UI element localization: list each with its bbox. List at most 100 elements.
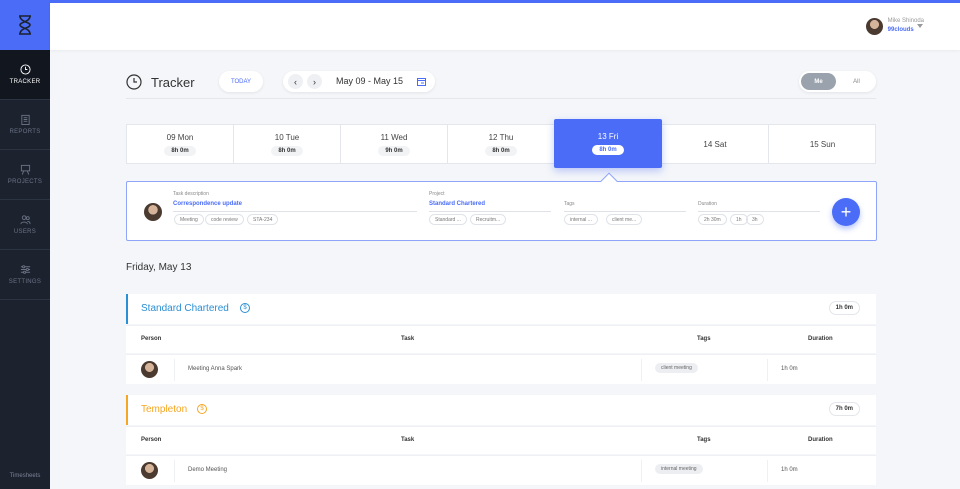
day-total: 8h 0m: [271, 145, 303, 156]
column-header: Person: [141, 336, 162, 342]
column-header: Tags: [697, 336, 711, 342]
day-total: 9h 0m: [378, 145, 410, 156]
toggle-me[interactable]: Me: [801, 73, 836, 90]
project-color-bar: [126, 395, 128, 425]
prev-week-button[interactable]: ‹: [288, 74, 303, 89]
duration-chip[interactable]: 3h: [746, 214, 764, 225]
week-days: 09 Mon 8h 0m 10 Tue 8h 0m 11 Wed 9h 0m 1…: [126, 124, 876, 164]
plus-icon: +: [840, 202, 852, 222]
project-color-bar: [126, 294, 128, 324]
duration-chip[interactable]: 1h: [730, 214, 748, 225]
table-header: Person Task Tags Duration: [126, 325, 876, 353]
top-bar: Mike Shinoda 99clouds: [50, 0, 960, 50]
divider: [641, 359, 642, 381]
billable-icon: $: [197, 404, 207, 414]
day-thu[interactable]: 12 Thu 8h 0m: [448, 125, 555, 163]
tag-badge: internal meeting: [655, 464, 703, 474]
time-entry-form: Task description Correspondence update M…: [126, 181, 877, 241]
date-navigator: ‹ › May 09 - May 15: [283, 71, 435, 92]
divider: [174, 460, 175, 482]
clipboard-icon: [20, 114, 30, 125]
day-wed[interactable]: 11 Wed 9h 0m: [341, 125, 448, 163]
day-total: 8h 0m: [592, 145, 624, 155]
sidebar-item-label: PROJECTS: [7, 179, 43, 185]
task-chip[interactable]: STA-234: [247, 214, 279, 225]
project-name: Templeton: [141, 404, 188, 415]
easel-icon: [20, 164, 30, 175]
sidebar-item-reports[interactable]: REPORTS: [0, 100, 50, 150]
sidebar-item-label: REPORTS: [9, 129, 41, 135]
users-icon: [19, 215, 31, 225]
chevron-down-icon[interactable]: [917, 24, 923, 28]
toggle-all[interactable]: All: [839, 73, 874, 90]
sidebar-item-users[interactable]: USERS: [0, 200, 50, 250]
project-chip[interactable]: Standard ...: [429, 214, 467, 225]
table-row[interactable]: Demo Meeting internal meeting 1h 0m: [126, 455, 876, 485]
table-row[interactable]: Meeting Anna Spark client meeting 1h 0m: [126, 354, 876, 384]
day-name: 09 Mon: [166, 132, 194, 142]
day-name: 11 Wed: [380, 132, 408, 142]
divider: [173, 211, 417, 212]
tag-badge: client meeting: [655, 363, 698, 373]
billable-icon: $: [240, 303, 250, 313]
sidebar-footer: Timesheets: [9, 473, 41, 479]
project-total: 1h 0m: [828, 301, 860, 315]
divider: [126, 98, 876, 99]
tag-chip[interactable]: client me...: [606, 214, 643, 225]
add-entry-button[interactable]: +: [832, 198, 860, 226]
sidebar-item-tracker[interactable]: TRACKER: [0, 50, 50, 100]
day-heading: Friday, May 13: [126, 262, 192, 273]
divider: [767, 359, 768, 381]
user-menu[interactable]: Mike Shinoda 99clouds: [865, 17, 924, 35]
project-chip[interactable]: Recruitm...: [470, 214, 507, 225]
project-select[interactable]: Standard Chartered: [429, 201, 485, 207]
divider: [564, 211, 686, 212]
page-title: Tracker: [151, 75, 195, 90]
sliders-icon: [20, 265, 30, 274]
column-header: Duration: [808, 336, 833, 342]
sidebar-item-label: TRACKER: [9, 79, 41, 85]
task-input[interactable]: Correspondence update: [173, 201, 242, 207]
tags-label: Tags: [564, 201, 575, 207]
avatar: [141, 361, 158, 378]
calendar-icon[interactable]: [417, 77, 426, 86]
hourglass-icon: [19, 15, 31, 35]
divider: [429, 211, 551, 212]
avatar: [865, 17, 883, 35]
sidebar-item-settings[interactable]: SETTINGS: [0, 250, 50, 300]
column-header: Task: [401, 336, 415, 342]
avatar: [141, 462, 158, 479]
day-sun[interactable]: 15 Sun: [769, 125, 876, 163]
day-tue[interactable]: 10 Tue 8h 0m: [234, 125, 341, 163]
duration-text: 1h 0m: [781, 467, 798, 473]
day-total: 8h 0m: [164, 145, 196, 156]
date-range: May 09 - May 15: [336, 76, 404, 86]
day-total: 8h 0m: [485, 145, 517, 156]
day-mon[interactable]: 09 Mon 8h 0m: [127, 125, 234, 163]
day-fri[interactable]: 13 Fri 8h 0m: [554, 119, 662, 168]
task-chip[interactable]: code review: [205, 214, 244, 225]
clock-icon: [19, 64, 31, 75]
project-name: Standard Chartered: [141, 303, 229, 314]
column-header: Person: [141, 437, 162, 443]
day-name: 15 Sun: [809, 139, 836, 149]
task-text: Demo Meeting: [188, 467, 228, 473]
tag-chip[interactable]: internal ...: [564, 214, 598, 225]
project-header[interactable]: Standard Chartered $ 1h 0m: [126, 294, 876, 324]
sidebar-item-projects[interactable]: PROJECTS: [0, 150, 50, 200]
today-button[interactable]: TODAY: [219, 71, 263, 92]
project-total: 7h 0m: [828, 402, 860, 416]
day-sat[interactable]: 14 Sat: [662, 125, 769, 163]
divider: [174, 359, 175, 381]
duration-text: 1h 0m: [781, 366, 798, 372]
divider: [698, 211, 820, 212]
duration-chip[interactable]: 2h 30m: [698, 214, 727, 225]
clock-icon: [126, 74, 142, 90]
next-week-button[interactable]: ›: [307, 74, 322, 89]
column-header: Duration: [808, 437, 833, 443]
task-chip[interactable]: Meeting: [174, 214, 204, 225]
sidebar-item-label: USERS: [13, 229, 37, 235]
divider: [767, 460, 768, 482]
app-logo[interactable]: [0, 0, 50, 50]
project-header[interactable]: Templeton $ 7h 0m: [126, 395, 876, 425]
